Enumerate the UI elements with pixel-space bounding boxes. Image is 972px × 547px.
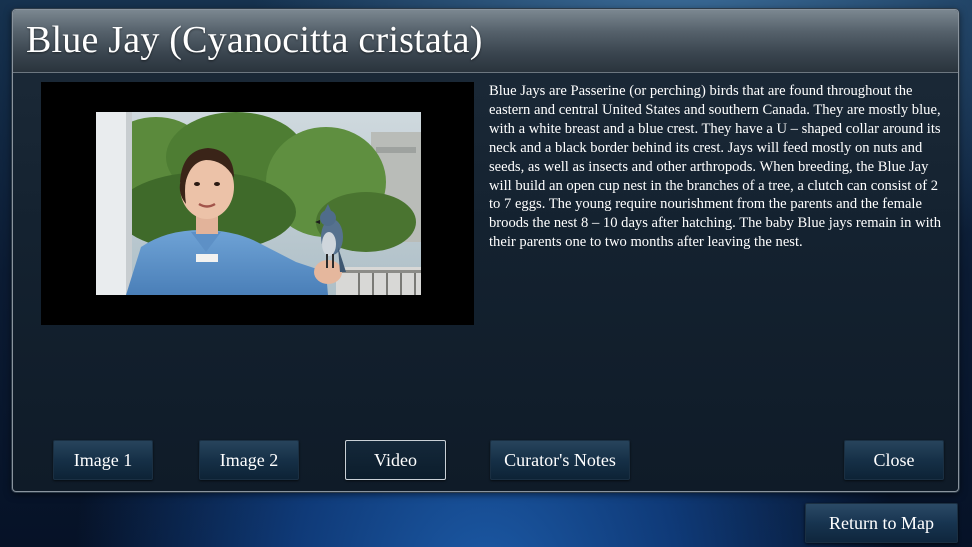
video-player[interactable] — [41, 82, 474, 325]
species-title: Blue Jay (Cyanocitta cristata) — [26, 19, 483, 61]
close-button[interactable]: Close — [844, 440, 944, 480]
image2-button[interactable]: Image 2 — [199, 440, 299, 480]
title-bar: Blue Jay (Cyanocitta cristata) — [13, 10, 958, 73]
species-description: Blue Jays are Passerine (or perching) bi… — [489, 83, 942, 251]
video-frame-image — [96, 112, 421, 295]
species-info-panel: Blue Jay (Cyanocitta cristata) Blue Jays… — [12, 9, 959, 492]
curators-notes-button[interactable]: Curator's Notes — [490, 440, 630, 480]
video-button[interactable]: Video — [345, 440, 446, 480]
video-still-presenter-with-blue-jay — [96, 112, 421, 295]
image1-button[interactable]: Image 1 — [53, 440, 153, 480]
return-to-map-button[interactable]: Return to Map — [805, 503, 958, 543]
